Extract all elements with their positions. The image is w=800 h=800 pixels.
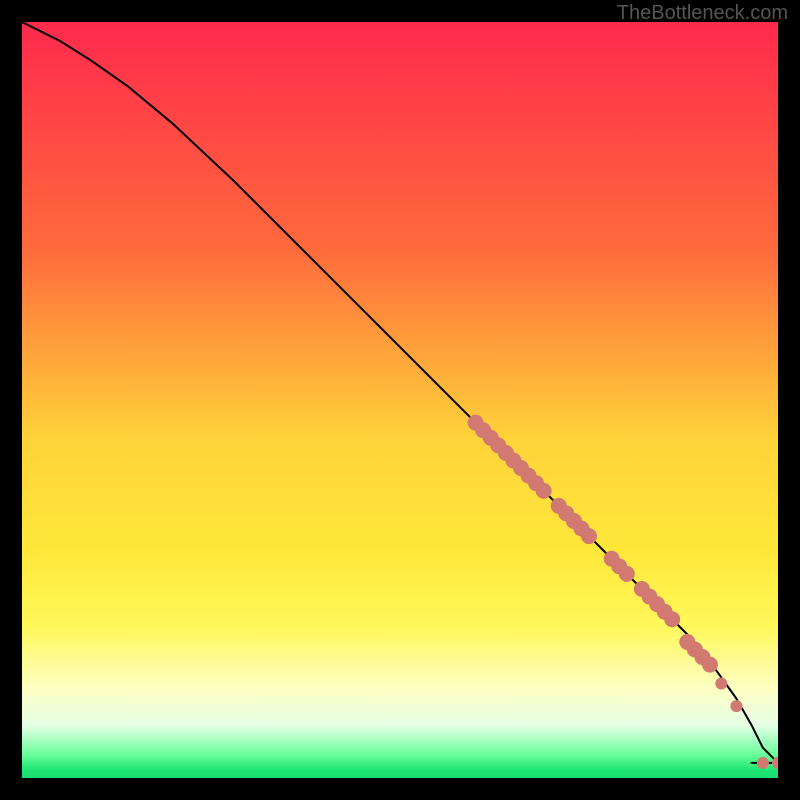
chart-stage: TheBottleneck.com	[0, 0, 800, 800]
watermark-text: TheBottleneck.com	[617, 2, 788, 25]
chart-plot	[22, 22, 778, 778]
chart-svg	[22, 22, 778, 778]
